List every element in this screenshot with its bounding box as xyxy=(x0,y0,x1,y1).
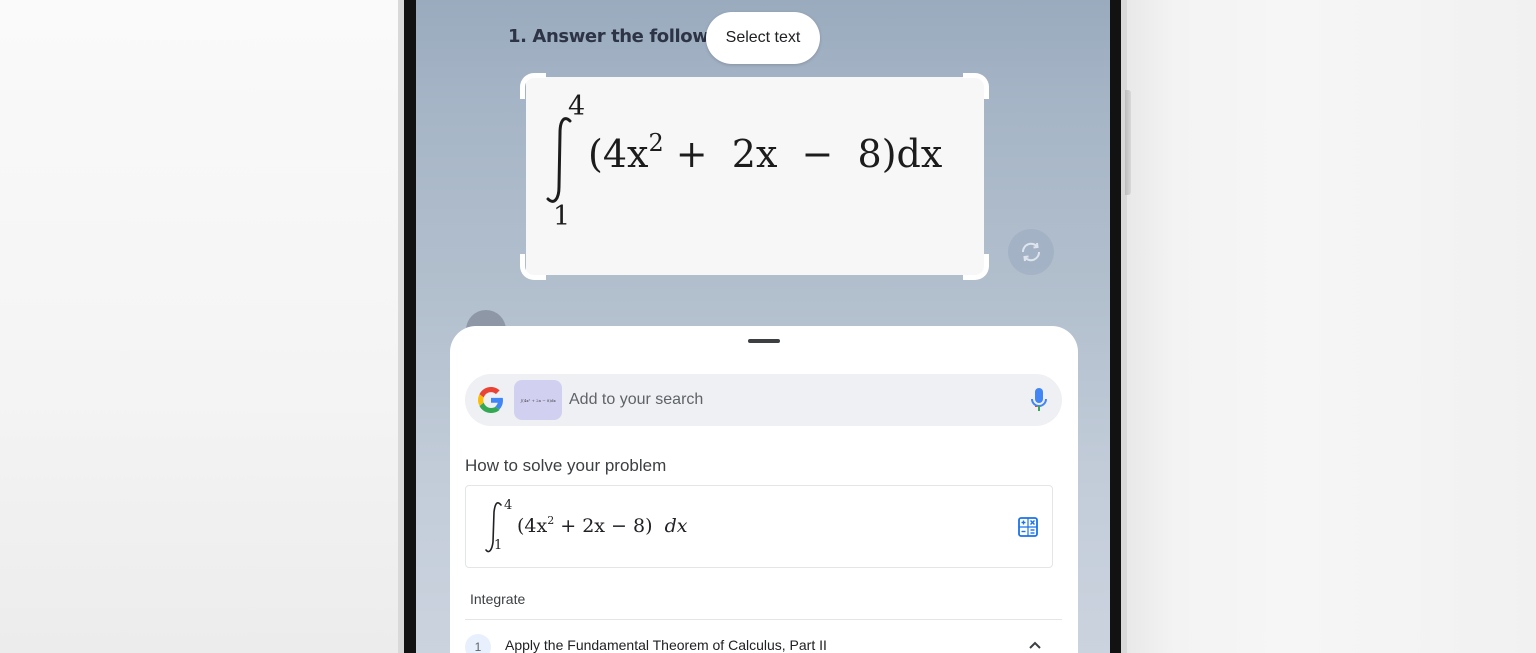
problem-expression: (4x2 + 2x − 8) dx xyxy=(517,514,688,537)
problem-expression-rest: + 2x − 8) xyxy=(554,515,653,537)
problem-lower-limit: 1 xyxy=(494,538,503,553)
expression-exponent: 2 xyxy=(648,129,664,157)
method-label: Integrate xyxy=(470,591,526,607)
question-text: 1. Answer the following xyxy=(508,26,740,47)
expression-base: (4x xyxy=(588,132,649,176)
problem-equation: 4 1 (4x2 + 2x − 8) dx xyxy=(484,496,704,558)
chevron-up-icon[interactable] xyxy=(1027,637,1043,653)
problem-upper-limit: 4 xyxy=(504,498,513,513)
step-number: 1 xyxy=(465,634,491,653)
expression-rest: + 2x − 8)dx xyxy=(663,132,943,176)
image-thumbnail[interactable]: ∫(4x² + 2x − 8)dx xyxy=(514,380,562,420)
integral-expression: (4x2 + 2x − 8)dx xyxy=(588,129,942,176)
problem-card[interactable]: 4 1 (4x2 + 2x − 8) dx xyxy=(465,485,1053,568)
divider xyxy=(465,619,1062,620)
selected-equation: 4 1 (4x2 + 2x − 8)dx xyxy=(546,87,986,257)
problem-expression-base: (4x xyxy=(517,515,548,537)
microphone-icon[interactable] xyxy=(1029,387,1049,413)
select-text-button[interactable]: Select text xyxy=(706,12,820,64)
integral-lower-limit: 1 xyxy=(553,201,571,232)
background-right xyxy=(1125,0,1536,653)
refresh-icon xyxy=(1021,242,1041,262)
results-bottom-sheet: ∫(4x² + 2x − 8)dx How to solve your prob… xyxy=(450,326,1078,653)
step-text: Apply the Fundamental Theorem of Calculu… xyxy=(505,637,827,653)
search-input[interactable] xyxy=(569,374,1009,426)
problem-differential: dx xyxy=(664,515,688,537)
refresh-button[interactable] xyxy=(1008,229,1054,275)
solve-section-title: How to solve your problem xyxy=(465,456,667,475)
selection-handle-bottom-left[interactable] xyxy=(520,254,546,280)
solution-step[interactable]: 1 Apply the Fundamental Theorem of Calcu… xyxy=(465,631,1062,653)
integral-sign-icon xyxy=(546,117,572,203)
google-g-icon xyxy=(478,387,503,413)
search-bar[interactable]: ∫(4x² + 2x − 8)dx xyxy=(465,374,1062,426)
background-left xyxy=(0,0,400,653)
sheet-drag-handle[interactable] xyxy=(748,339,780,343)
calculator-icon[interactable] xyxy=(1018,517,1038,537)
phone-side-button xyxy=(1125,90,1131,195)
selection-handle-bottom-right[interactable] xyxy=(963,254,989,280)
selection-handle-top-left[interactable] xyxy=(520,73,546,99)
